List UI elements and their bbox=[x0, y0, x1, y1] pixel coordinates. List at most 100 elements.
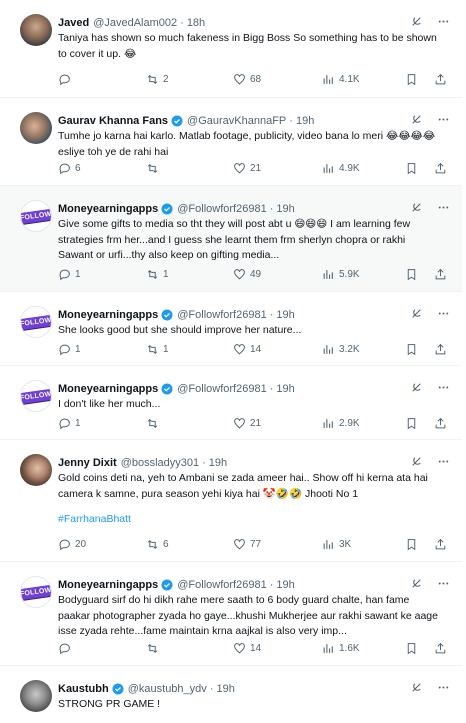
share-button[interactable] bbox=[434, 536, 447, 552]
tweet[interactable]: Gaurav Khanna Fans @GauravKhannaFP · 19h… bbox=[0, 98, 462, 186]
share-button[interactable] bbox=[434, 640, 447, 656]
handle[interactable]: @GauravKhannaFP bbox=[187, 115, 286, 127]
display-name[interactable]: Jenny Dixit bbox=[58, 457, 117, 469]
display-name[interactable]: Gaurav Khanna Fans bbox=[58, 115, 168, 127]
bookmark-button[interactable] bbox=[405, 536, 418, 552]
grok-icon[interactable] bbox=[410, 577, 423, 593]
views-button[interactable]: 3K bbox=[322, 536, 351, 552]
views-button[interactable]: 4.9K bbox=[322, 160, 360, 176]
like-button[interactable]: 68 bbox=[233, 71, 261, 87]
retweet-button[interactable]: 1 bbox=[146, 341, 169, 357]
timestamp[interactable]: 19h bbox=[276, 309, 294, 321]
views-button[interactable]: 3.2K bbox=[322, 341, 360, 357]
timestamp[interactable]: 19h bbox=[276, 579, 294, 591]
views-button[interactable]: 2.9K bbox=[322, 415, 360, 431]
handle[interactable]: @kaustubh_ydv bbox=[128, 683, 207, 695]
reply-button[interactable]: 20 bbox=[58, 536, 86, 552]
like-button[interactable]: 49 bbox=[233, 266, 261, 282]
timestamp[interactable]: 19h bbox=[276, 203, 294, 215]
like-button[interactable]: 21 bbox=[233, 415, 261, 431]
avatar[interactable] bbox=[20, 112, 52, 144]
like-button[interactable]: 77 bbox=[233, 536, 261, 552]
display-name[interactable]: Moneyearningapps bbox=[58, 203, 158, 215]
share-icon bbox=[435, 417, 446, 428]
grok-icon[interactable] bbox=[410, 15, 423, 31]
handle[interactable]: @JavedAlam002 bbox=[93, 17, 177, 29]
display-name[interactable]: Moneyearningapps bbox=[58, 383, 158, 395]
handle[interactable]: @bossladyy301 bbox=[121, 457, 199, 469]
tweet[interactable]: Kaustubh @kaustubh_ydv · 19h STRONG PR G… bbox=[0, 666, 462, 723]
avatar[interactable] bbox=[20, 14, 52, 46]
tweet[interactable]: Jenny Dixit @bossladyy301 · 19h Gold coi… bbox=[0, 440, 462, 562]
bookmark-button[interactable] bbox=[405, 266, 418, 282]
reply-button[interactable] bbox=[58, 71, 75, 87]
more-icon[interactable] bbox=[437, 455, 450, 471]
retweet-button[interactable]: 2 bbox=[146, 71, 169, 87]
reply-button[interactable]: 1 bbox=[58, 415, 81, 431]
tweet[interactable]: Javed @JavedAlam002 · 18h Taniya has sho… bbox=[0, 0, 462, 98]
reply-button[interactable] bbox=[58, 640, 75, 656]
grok-icon[interactable] bbox=[410, 113, 423, 129]
bookmark-button[interactable] bbox=[405, 71, 418, 87]
share-button[interactable] bbox=[434, 160, 447, 176]
more-icon[interactable] bbox=[437, 113, 450, 129]
retweet-button[interactable] bbox=[146, 640, 163, 656]
avatar[interactable]: FOLLOW bbox=[20, 380, 52, 412]
views-button[interactable]: 5.9K bbox=[322, 266, 360, 282]
share-button[interactable] bbox=[434, 266, 447, 282]
hashtag-link[interactable]: #FarrhanaBhatt bbox=[58, 512, 443, 528]
more-icon[interactable] bbox=[437, 577, 450, 593]
bookmark-button[interactable] bbox=[405, 160, 418, 176]
avatar[interactable] bbox=[20, 454, 52, 486]
more-icon[interactable] bbox=[437, 681, 450, 697]
share-button[interactable] bbox=[434, 415, 447, 431]
grok-icon[interactable] bbox=[410, 455, 423, 471]
timestamp[interactable]: 18h bbox=[187, 17, 205, 29]
more-icon[interactable] bbox=[437, 307, 450, 323]
retweet-button[interactable] bbox=[146, 160, 163, 176]
grok-icon[interactable] bbox=[410, 681, 423, 697]
views-button[interactable]: 4.1K bbox=[322, 71, 360, 87]
display-name[interactable]: Moneyearningapps bbox=[58, 309, 158, 321]
tweet[interactable]: FOLLOW Moneyearningapps @Followforf26981… bbox=[0, 292, 462, 366]
retweet-button[interactable]: 6 bbox=[146, 536, 169, 552]
retweet-button[interactable]: 1 bbox=[146, 266, 169, 282]
tweet[interactable]: FOLLOW Moneyearningapps @Followforf26981… bbox=[0, 366, 462, 440]
bookmark-button[interactable] bbox=[405, 415, 418, 431]
reply-button[interactable]: 1 bbox=[58, 341, 81, 357]
reply-button[interactable]: 1 bbox=[58, 266, 81, 282]
tweet[interactable]: FOLLOW Moneyearningapps @Followforf26981… bbox=[0, 562, 462, 666]
share-button[interactable] bbox=[434, 341, 447, 357]
bookmark-button[interactable] bbox=[405, 640, 418, 656]
like-button[interactable]: 21 bbox=[233, 160, 261, 176]
share-button[interactable] bbox=[434, 71, 447, 87]
tweet[interactable]: FOLLOW Moneyearningapps @Followforf26981… bbox=[0, 186, 462, 292]
display-name[interactable]: Kaustubh bbox=[58, 683, 109, 695]
handle[interactable]: @Followforf26981 bbox=[177, 309, 266, 321]
handle[interactable]: @Followforf26981 bbox=[177, 203, 266, 215]
timestamp[interactable]: 19h bbox=[216, 683, 234, 695]
more-icon[interactable] bbox=[437, 201, 450, 217]
display-name[interactable]: Javed bbox=[58, 17, 89, 29]
like-button[interactable]: 14 bbox=[233, 341, 261, 357]
handle[interactable]: @Followforf26981 bbox=[177, 579, 266, 591]
avatar[interactable] bbox=[20, 680, 52, 712]
display-name[interactable]: Moneyearningapps bbox=[58, 579, 158, 591]
reply-button[interactable]: 6 bbox=[58, 160, 81, 176]
avatar[interactable]: FOLLOW bbox=[20, 200, 52, 232]
grok-icon[interactable] bbox=[410, 201, 423, 217]
views-button[interactable]: 1.6K bbox=[322, 640, 360, 656]
more-icon[interactable] bbox=[437, 381, 450, 397]
timestamp[interactable]: 19h bbox=[209, 457, 227, 469]
bookmark-button[interactable] bbox=[405, 341, 418, 357]
avatar[interactable]: FOLLOW bbox=[20, 576, 52, 608]
retweet-button[interactable] bbox=[146, 415, 163, 431]
like-button[interactable]: 14 bbox=[233, 640, 261, 656]
timestamp[interactable]: 19h bbox=[276, 383, 294, 395]
more-icon[interactable] bbox=[437, 15, 450, 31]
timestamp[interactable]: 19h bbox=[296, 115, 314, 127]
avatar[interactable]: FOLLOW bbox=[20, 306, 52, 338]
grok-icon[interactable] bbox=[410, 307, 423, 323]
grok-icon[interactable] bbox=[410, 381, 423, 397]
handle[interactable]: @Followforf26981 bbox=[177, 383, 266, 395]
